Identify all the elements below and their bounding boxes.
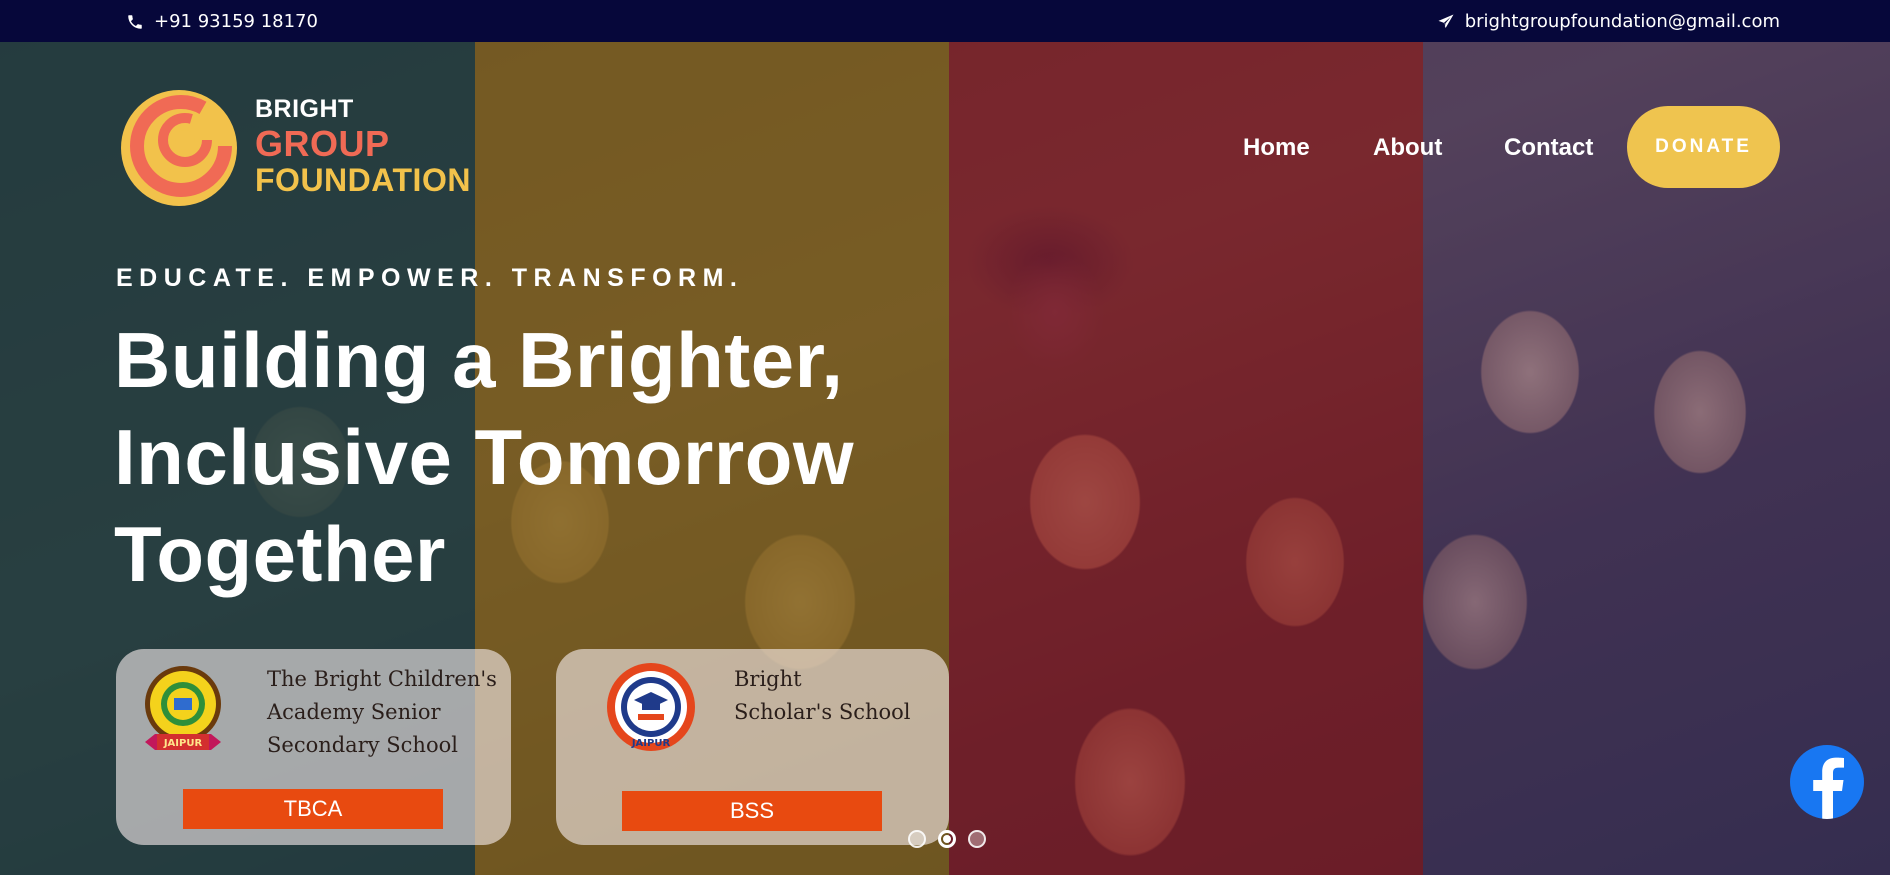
bss-name-line-1: Bright bbox=[734, 667, 802, 691]
facebook-icon bbox=[1813, 757, 1844, 819]
logo-swirl-icon bbox=[121, 90, 237, 206]
paper-plane-icon bbox=[1438, 14, 1454, 28]
headline-line-2: Inclusive Tomorrow bbox=[114, 413, 855, 501]
bss-name-line-2: Scholar's School bbox=[734, 700, 911, 724]
slider-dot-3[interactable] bbox=[968, 830, 986, 848]
logo-line-bright: BRIGHT bbox=[255, 95, 354, 123]
bss-button[interactable]: BSS bbox=[622, 791, 882, 831]
hero-tagline: EDUCATE. EMPOWER. TRANSFORM. bbox=[116, 264, 744, 292]
logo-line-foundation: FOUNDATION bbox=[255, 162, 471, 198]
tbca-name-line-3: Secondary School bbox=[267, 733, 458, 757]
nav-contact[interactable]: Contact bbox=[1504, 134, 1593, 162]
hero-headline: Building a Brighter, Inclusive Tomorrow … bbox=[114, 312, 854, 603]
tbca-name: The Bright Children's Academy Senior Sec… bbox=[267, 663, 497, 762]
slider-dot-1[interactable] bbox=[908, 830, 926, 848]
headline-line-1: Building a Brighter, bbox=[114, 316, 844, 404]
tbca-name-line-2: Academy Senior bbox=[267, 700, 441, 724]
tbca-emblem-label: JAIPUR bbox=[163, 738, 203, 749]
logo-wordmark: BRIGHT GROUP FOUNDATION bbox=[255, 95, 471, 198]
logo-line-group: GROUP bbox=[255, 123, 390, 164]
nav-about[interactable]: About bbox=[1373, 134, 1442, 162]
phone-icon bbox=[128, 14, 142, 29]
donate-button[interactable]: DONATE bbox=[1627, 106, 1780, 188]
headline-line-3: Together bbox=[114, 510, 446, 598]
school-card-bss: JAIPUR Bright Scholar's School BSS bbox=[556, 649, 949, 845]
phone-number: +91 93159 18170 bbox=[154, 11, 318, 32]
facebook-button[interactable] bbox=[1790, 745, 1864, 819]
email-contact[interactable]: brightgroupfoundation@gmail.com bbox=[1437, 11, 1780, 32]
hero-overlay-red bbox=[949, 42, 1423, 875]
bss-name: Bright Scholar's School bbox=[734, 663, 934, 729]
site-logo[interactable]: BRIGHT GROUP FOUNDATION bbox=[115, 80, 495, 215]
bss-emblem-icon: JAIPUR bbox=[607, 663, 695, 751]
bss-emblem-label: JAIPUR bbox=[631, 738, 671, 749]
nav-home[interactable]: Home bbox=[1243, 134, 1310, 162]
slider-dot-2[interactable] bbox=[938, 830, 956, 848]
school-card-tbca: JAIPUR The Bright Children's Academy Sen… bbox=[116, 649, 511, 845]
email-address: brightgroupfoundation@gmail.com bbox=[1464, 11, 1780, 32]
tbca-emblem-icon: JAIPUR bbox=[145, 666, 221, 750]
tbca-name-line-1: The Bright Children's bbox=[267, 667, 497, 691]
phone-contact[interactable]: +91 93159 18170 bbox=[126, 11, 318, 32]
tbca-button[interactable]: TBCA bbox=[183, 789, 443, 829]
top-contact-bar: +91 93159 18170 brightgroupfoundation@gm… bbox=[0, 0, 1890, 42]
